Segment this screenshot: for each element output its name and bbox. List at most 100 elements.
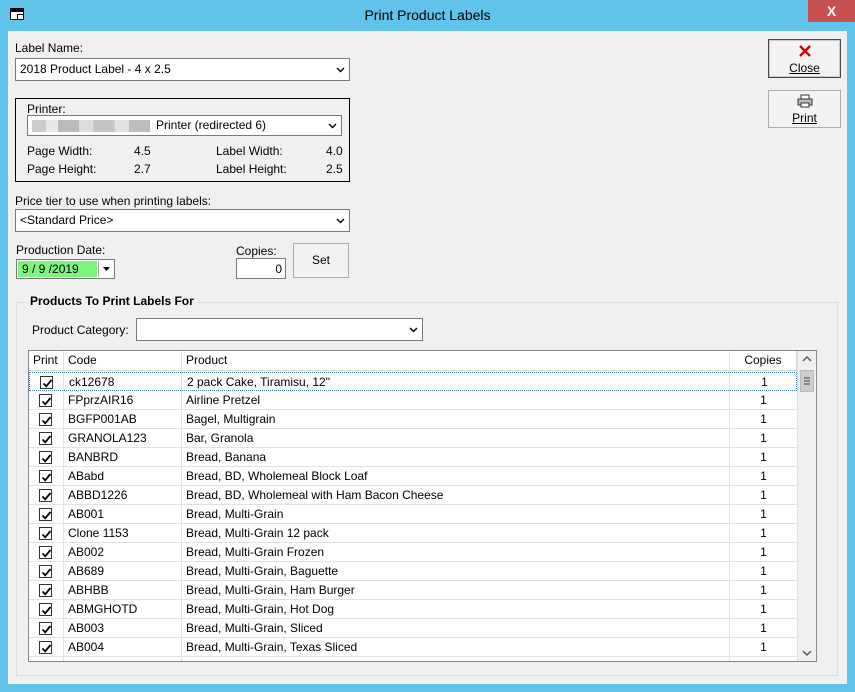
- copies-cell[interactable]: 1: [730, 600, 797, 618]
- print-checkbox-cell[interactable]: [29, 581, 63, 599]
- price-tier-combo[interactable]: <Standard Price>: [15, 209, 350, 232]
- print-checkbox[interactable]: [39, 622, 52, 635]
- copies-cell[interactable]: 1: [730, 391, 797, 409]
- table-row[interactable]: AB003 Bread, Multi-Grain, Sliced 1: [29, 619, 797, 638]
- code-cell[interactable]: AB002: [64, 543, 181, 561]
- print-checkbox[interactable]: [39, 470, 52, 483]
- product-cell[interactable]: Bread, Multi-Grain, Ham Burger: [182, 581, 729, 599]
- vertical-scrollbar[interactable]: [797, 351, 816, 661]
- copies-cell[interactable]: 1: [730, 543, 797, 561]
- print-checkbox-cell[interactable]: [29, 486, 63, 504]
- print-checkbox-cell[interactable]: [29, 391, 63, 409]
- print-checkbox[interactable]: [39, 432, 52, 445]
- code-cell[interactable]: BANBRD: [64, 448, 181, 466]
- copies-cell[interactable]: 1: [730, 619, 797, 637]
- set-button[interactable]: Set: [293, 243, 349, 278]
- copies-cell[interactable]: 1: [730, 638, 797, 656]
- product-cell[interactable]: Bagel, Multigrain: [182, 410, 729, 428]
- product-cell[interactable]: Bread, Multi-Grain, Hot Dog: [182, 600, 729, 618]
- print-checkbox-cell[interactable]: [29, 600, 63, 618]
- table-row[interactable]: ABHBB Bread, Multi-Grain, Ham Burger 1: [29, 581, 797, 600]
- copies-cell[interactable]: 1: [730, 505, 797, 523]
- product-cell[interactable]: Bread, Multi-Grain, Texas Sliced: [182, 638, 729, 656]
- product-cell[interactable]: Bread, Multi-Grain, Baguette: [182, 562, 729, 580]
- column-header-copies[interactable]: Copies: [730, 351, 797, 371]
- print-checkbox[interactable]: [39, 394, 52, 407]
- print-checkbox[interactable]: [39, 451, 52, 464]
- table-row[interactable]: FPprzAIR16 Airline Pretzel 1: [29, 391, 797, 410]
- copies-cell[interactable]: 1: [730, 448, 797, 466]
- code-cell[interactable]: Clone 1153: [64, 524, 181, 542]
- table-row[interactable]: BGFP001AB Bagel, Multigrain 1: [29, 410, 797, 429]
- print-checkbox[interactable]: [39, 489, 52, 502]
- print-checkbox[interactable]: [39, 584, 52, 597]
- print-checkbox-cell[interactable]: [29, 448, 63, 466]
- print-checkbox-cell[interactable]: [29, 562, 63, 580]
- product-cell[interactable]: Bread, BD, Wholemeal Block Loaf: [182, 467, 729, 485]
- print-checkbox-cell[interactable]: [29, 505, 63, 523]
- product-cell[interactable]: Bread, Multi-Grain Frozen: [182, 543, 729, 561]
- print-checkbox[interactable]: [39, 546, 52, 559]
- print-checkbox-cell[interactable]: [30, 373, 64, 391]
- copies-cell[interactable]: 1: [730, 562, 797, 580]
- print-checkbox[interactable]: [39, 641, 52, 654]
- product-cell[interactable]: 2 pack Cake, Tiramisu, 12": [183, 373, 730, 391]
- table-row[interactable]: ABBD1226 Bread, BD, Wholemeal with Ham Ba…: [29, 486, 797, 505]
- print-checkbox-cell[interactable]: [29, 410, 63, 428]
- code-cell[interactable]: ABHBB: [64, 581, 181, 599]
- product-cell[interactable]: Bread, Multi-Grain 12 pack: [182, 524, 729, 542]
- products-grid[interactable]: Print Code Product Copies ck12678 2 pack …: [28, 350, 817, 662]
- code-cell[interactable]: AB004: [64, 638, 181, 656]
- close-button[interactable]: Close: [768, 39, 841, 78]
- table-row[interactable]: AB001 Bread, Multi-Grain 1: [29, 505, 797, 524]
- production-date-picker[interactable]: 9 / 9 /2019: [16, 259, 115, 279]
- scroll-up-button[interactable]: [798, 351, 816, 368]
- code-cell[interactable]: AB003: [64, 619, 181, 637]
- product-cell[interactable]: Bread, Multi-Grain: [182, 505, 729, 523]
- print-checkbox[interactable]: [40, 376, 53, 389]
- copies-cell[interactable]: 1: [730, 524, 797, 542]
- printer-combo[interactable]: Printer (redirected 6): [27, 115, 342, 136]
- print-checkbox-cell[interactable]: [29, 638, 63, 656]
- print-checkbox-cell[interactable]: [29, 619, 63, 637]
- code-cell[interactable]: AB689: [64, 562, 181, 580]
- product-cell[interactable]: Airline Pretzel: [182, 391, 729, 409]
- code-cell[interactable]: FPprzAIR16: [64, 391, 181, 409]
- scroll-thumb[interactable]: [800, 370, 814, 392]
- copies-cell[interactable]: 1: [730, 429, 797, 447]
- print-checkbox-cell[interactable]: [29, 524, 63, 542]
- code-cell[interactable]: ABabd: [64, 467, 181, 485]
- column-header-print[interactable]: Print: [29, 351, 64, 371]
- calendar-dropdown-button[interactable]: [98, 261, 113, 277]
- code-cell[interactable]: BGFP001AB: [64, 410, 181, 428]
- column-header-product[interactable]: Product: [182, 351, 730, 371]
- print-checkbox[interactable]: [39, 413, 52, 426]
- table-row[interactable]: AB004 Bread, Multi-Grain, Texas Sliced 1: [29, 638, 797, 657]
- code-cell[interactable]: AB001: [64, 505, 181, 523]
- print-checkbox-cell[interactable]: [29, 467, 63, 485]
- print-checkbox-cell[interactable]: [29, 543, 63, 561]
- print-checkbox[interactable]: [39, 603, 52, 616]
- table-row[interactable]: ABabd Bread, BD, Wholemeal Block Loaf 1: [29, 467, 797, 486]
- print-button[interactable]: Print: [768, 90, 841, 128]
- code-cell[interactable]: ABBD1226: [64, 486, 181, 504]
- table-row[interactable]: ck12678 2 pack Cake, Tiramisu, 12" 1: [29, 372, 797, 391]
- copies-cell[interactable]: 1: [730, 581, 797, 599]
- print-checkbox-cell[interactable]: [29, 429, 63, 447]
- code-cell[interactable]: ABMGHOTD: [64, 600, 181, 618]
- print-checkbox[interactable]: [39, 527, 52, 540]
- window-close-button[interactable]: X: [808, 0, 855, 22]
- product-cell[interactable]: Bread, BD, Wholemeal with Ham Bacon Chee…: [182, 486, 729, 504]
- product-cell[interactable]: Bread, Banana: [182, 448, 729, 466]
- scroll-down-button[interactable]: [798, 644, 816, 661]
- table-row[interactable]: AB689 Bread, Multi-Grain, Baguette 1: [29, 562, 797, 581]
- product-cell[interactable]: Bread, Multi-Grain, Sliced: [182, 619, 729, 637]
- table-row[interactable]: Clone 1153 Bread, Multi-Grain 12 pack 1: [29, 524, 797, 543]
- print-checkbox[interactable]: [39, 565, 52, 578]
- table-row[interactable]: BANBRD Bread, Banana 1: [29, 448, 797, 467]
- table-row[interactable]: GRANOLA123 Bar, Granola 1: [29, 429, 797, 448]
- label-name-combo[interactable]: 2018 Product Label - 4 x 2.5: [15, 58, 350, 81]
- copies-cell[interactable]: 1: [730, 486, 797, 504]
- column-header-code[interactable]: Code: [64, 351, 182, 371]
- copies-input[interactable]: 0: [236, 258, 286, 279]
